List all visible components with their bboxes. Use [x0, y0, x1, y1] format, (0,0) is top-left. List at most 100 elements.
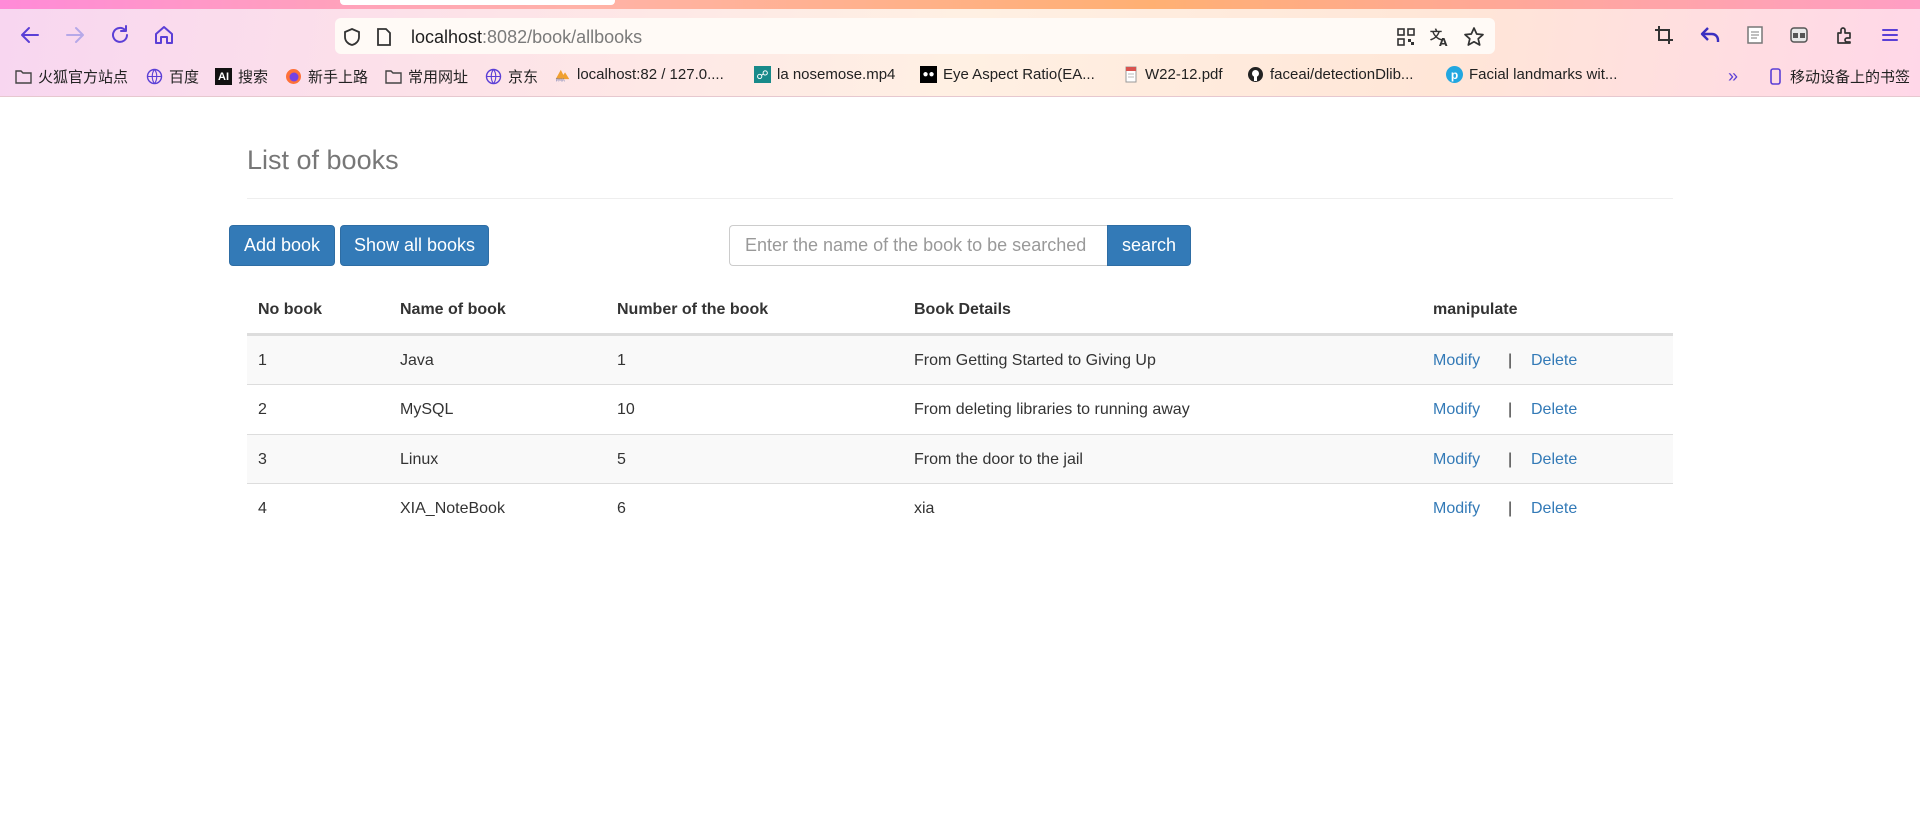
book-number: 1 — [617, 351, 626, 369]
folder-icon — [15, 68, 32, 85]
search-button[interactable]: search — [1107, 225, 1191, 266]
bookmark-label: 百度 — [169, 69, 200, 86]
modify-link[interactable]: Modify — [1433, 435, 1480, 484]
bookmark-item[interactable]: 常用网址 — [385, 66, 468, 87]
page-icon[interactable] — [373, 26, 395, 48]
github-icon — [1247, 66, 1264, 83]
menu-icon[interactable] — [1875, 20, 1905, 50]
book-number: 10 — [617, 400, 635, 418]
book-no: 1 — [258, 351, 267, 369]
bookmark-item[interactable]: p Facial landmarks wit... — [1446, 66, 1617, 83]
delete-link[interactable]: Delete — [1531, 336, 1577, 385]
bookmark-item[interactable]: W22-12.pdf — [1122, 66, 1223, 83]
shield-icon[interactable] — [341, 26, 363, 48]
active-tab[interactable] — [340, 0, 615, 5]
divider — [247, 198, 1673, 199]
book-name: XIA_NoteBook — [400, 499, 505, 517]
url-text[interactable]: localhost:8082/book/allbooks — [411, 27, 642, 48]
bookmark-item[interactable]: AI 搜索 — [215, 66, 268, 87]
reload-icon[interactable] — [105, 20, 135, 50]
phpmyadmin-icon: PMA — [554, 66, 571, 83]
ai-icon: AI — [215, 68, 232, 85]
undo-arrow-icon[interactable] — [1695, 20, 1725, 50]
pdf-icon — [1122, 66, 1139, 83]
book-number: 6 — [617, 499, 626, 517]
bookmark-item[interactable]: PMA localhost:82 / 127.0.... — [554, 66, 724, 83]
firefox-icon — [285, 68, 302, 85]
bookmark-label: 搜索 — [238, 69, 269, 86]
column-header: Name of book — [400, 301, 506, 318]
url-path: :8082/book/allbooks — [482, 27, 643, 47]
bookmark-label: faceai/detectionDlib... — [1270, 66, 1414, 83]
qr-code-icon[interactable] — [1395, 26, 1417, 48]
svg-text:A: A — [1439, 36, 1448, 48]
bookmark-label: 新手上路 — [308, 69, 369, 86]
table-row: 2 MySQL 10 From deleting libraries to ru… — [247, 384, 1673, 434]
bookmarks-bar: 火狐官方站点 百度 AI 搜索 新手上路 常用网址 京东 PMA localhost… — [0, 64, 1920, 90]
url-host: localhost — [411, 27, 483, 47]
address-bar[interactable]: localhost:8082/book/allbooks 文A — [335, 18, 1495, 54]
bookmark-item[interactable]: 百度 — [146, 66, 199, 87]
container-icon[interactable] — [1784, 20, 1814, 50]
table-header: No book Name of book Number of the book … — [247, 287, 1673, 335]
book-details: From Getting Started to Giving Up — [914, 351, 1156, 369]
modify-link[interactable]: Modify — [1433, 385, 1480, 434]
bookmark-label: Eye Aspect Ratio(EA... — [943, 66, 1095, 83]
bookmark-item[interactable]: ●● Eye Aspect Ratio(EA... — [920, 66, 1095, 83]
bookmark-item[interactable]: 京东 — [485, 66, 538, 87]
p-icon: p — [1446, 66, 1463, 83]
modify-link[interactable]: Modify — [1433, 336, 1480, 385]
tab-strip — [0, 0, 1920, 9]
mobile-icon — [1767, 68, 1784, 85]
bookmark-label: Facial landmarks wit... — [1469, 66, 1618, 83]
mobile-bookmarks[interactable]: 移动设备上的书签 — [1767, 66, 1910, 87]
table-row: 1 Java 1 From Getting Started to Giving … — [247, 335, 1673, 385]
medium-icon: ●● — [920, 66, 937, 83]
show-all-books-button[interactable]: Show all books — [340, 225, 489, 266]
bookmark-item[interactable]: ☍ la nosemose.mp4 — [754, 66, 895, 83]
book-no: 2 — [258, 400, 267, 418]
modify-link[interactable]: Modify — [1433, 484, 1480, 533]
book-details: xia — [914, 499, 935, 517]
book-name: Linux — [400, 450, 439, 468]
bookmark-item[interactable]: 新手上路 — [285, 66, 368, 87]
bookmark-item[interactable]: 火狐官方站点 — [15, 66, 128, 87]
book-no: 4 — [258, 499, 267, 517]
toolbar: localhost:8082/book/allbooks 文A — [0, 14, 1920, 56]
translate-icon[interactable]: 文A — [1429, 26, 1451, 48]
column-header: Number of the book — [617, 301, 769, 318]
video-icon: ☍ — [754, 66, 771, 83]
back-icon[interactable] — [15, 20, 45, 50]
globe-icon — [146, 68, 163, 85]
bookmark-item[interactable]: faceai/detectionDlib... — [1247, 66, 1413, 83]
bookmark-label: 火狐官方站点 — [38, 69, 129, 86]
browser-chrome: localhost:8082/book/allbooks 文A 火狐官方站点 百… — [0, 0, 1920, 97]
book-name: Java — [400, 351, 434, 369]
delete-link[interactable]: Delete — [1531, 484, 1577, 533]
book-number: 5 — [617, 450, 626, 468]
extensions-icon[interactable] — [1830, 20, 1860, 50]
crop-icon[interactable] — [1649, 20, 1679, 50]
bookmark-label: la nosemose.mp4 — [777, 66, 896, 83]
globe-icon — [485, 68, 502, 85]
separator: | — [1508, 351, 1513, 369]
bookmark-label: 京东 — [508, 69, 539, 86]
more-bookmarks-chevron-icon[interactable]: » — [1728, 66, 1738, 87]
search-input[interactable] — [729, 225, 1107, 266]
home-icon[interactable] — [149, 20, 179, 50]
folder-icon — [385, 68, 402, 85]
reader-icon[interactable] — [1740, 20, 1770, 50]
star-icon[interactable] — [1463, 26, 1485, 48]
column-header: Book Details — [914, 301, 1011, 318]
separator: | — [1508, 450, 1513, 468]
add-book-button[interactable]: Add book — [229, 225, 335, 266]
book-no: 3 — [258, 450, 267, 468]
forward-icon[interactable] — [60, 20, 90, 50]
delete-link[interactable]: Delete — [1531, 385, 1577, 434]
separator: | — [1508, 400, 1513, 418]
table-row: 3 Linux 5 From the door to the jail Modi… — [247, 434, 1673, 484]
delete-link[interactable]: Delete — [1531, 435, 1577, 484]
svg-text:PMA: PMA — [556, 78, 565, 83]
mobile-bookmarks-label: 移动设备上的书签 — [1790, 69, 1911, 86]
book-name: MySQL — [400, 400, 454, 418]
